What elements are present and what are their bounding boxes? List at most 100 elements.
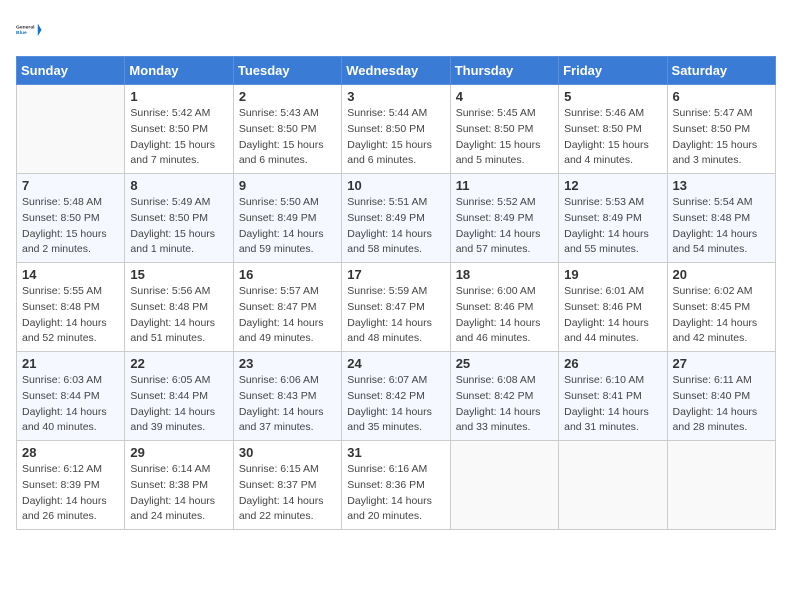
weekday-header-monday: Monday (125, 57, 233, 85)
day-number: 23 (239, 356, 336, 371)
day-info: Sunrise: 5:59 AMSunset: 8:47 PMDaylight:… (347, 284, 444, 347)
calendar-cell: 22 Sunrise: 6:05 AMSunset: 8:44 PMDayligh… (125, 352, 233, 441)
day-number: 24 (347, 356, 444, 371)
day-info: Sunrise: 6:10 AMSunset: 8:41 PMDaylight:… (564, 373, 661, 436)
weekday-header-row: SundayMondayTuesdayWednesdayThursdayFrid… (17, 57, 776, 85)
week-row-3: 14 Sunrise: 5:55 AMSunset: 8:48 PMDayligh… (17, 263, 776, 352)
calendar-cell: 5 Sunrise: 5:46 AMSunset: 8:50 PMDaylight… (559, 85, 667, 174)
day-info: Sunrise: 6:16 AMSunset: 8:36 PMDaylight:… (347, 462, 444, 525)
calendar-cell: 14 Sunrise: 5:55 AMSunset: 8:48 PMDayligh… (17, 263, 125, 352)
calendar-cell: 29 Sunrise: 6:14 AMSunset: 8:38 PMDayligh… (125, 441, 233, 530)
calendar-cell: 8 Sunrise: 5:49 AMSunset: 8:50 PMDaylight… (125, 174, 233, 263)
calendar-cell (667, 441, 775, 530)
calendar-cell: 18 Sunrise: 6:00 AMSunset: 8:46 PMDayligh… (450, 263, 558, 352)
weekday-header-tuesday: Tuesday (233, 57, 341, 85)
day-info: Sunrise: 6:07 AMSunset: 8:42 PMDaylight:… (347, 373, 444, 436)
day-number: 12 (564, 178, 661, 193)
day-info: Sunrise: 6:02 AMSunset: 8:45 PMDaylight:… (673, 284, 770, 347)
day-number: 31 (347, 445, 444, 460)
day-info: Sunrise: 6:01 AMSunset: 8:46 PMDaylight:… (564, 284, 661, 347)
week-row-2: 7 Sunrise: 5:48 AMSunset: 8:50 PMDaylight… (17, 174, 776, 263)
day-info: Sunrise: 5:46 AMSunset: 8:50 PMDaylight:… (564, 106, 661, 169)
calendar-cell: 11 Sunrise: 5:52 AMSunset: 8:49 PMDayligh… (450, 174, 558, 263)
day-number: 6 (673, 89, 770, 104)
day-number: 29 (130, 445, 227, 460)
day-info: Sunrise: 5:57 AMSunset: 8:47 PMDaylight:… (239, 284, 336, 347)
day-info: Sunrise: 5:50 AMSunset: 8:49 PMDaylight:… (239, 195, 336, 258)
day-info: Sunrise: 5:45 AMSunset: 8:50 PMDaylight:… (456, 106, 553, 169)
day-number: 11 (456, 178, 553, 193)
calendar-cell: 12 Sunrise: 5:53 AMSunset: 8:49 PMDayligh… (559, 174, 667, 263)
day-info: Sunrise: 6:14 AMSunset: 8:38 PMDaylight:… (130, 462, 227, 525)
calendar-cell: 21 Sunrise: 6:03 AMSunset: 8:44 PMDayligh… (17, 352, 125, 441)
day-number: 1 (130, 89, 227, 104)
day-info: Sunrise: 6:12 AMSunset: 8:39 PMDaylight:… (22, 462, 119, 525)
calendar-cell: 9 Sunrise: 5:50 AMSunset: 8:49 PMDaylight… (233, 174, 341, 263)
calendar-cell: 10Sunrise: 5:51 AMSunset: 8:49 PMDayligh… (342, 174, 450, 263)
calendar-cell: 30 Sunrise: 6:15 AMSunset: 8:37 PMDayligh… (233, 441, 341, 530)
day-info: Sunrise: 6:06 AMSunset: 8:43 PMDaylight:… (239, 373, 336, 436)
day-info: Sunrise: 5:55 AMSunset: 8:48 PMDaylight:… (22, 284, 119, 347)
calendar-cell: 31 Sunrise: 6:16 AMSunset: 8:36 PMDayligh… (342, 441, 450, 530)
week-row-4: 21 Sunrise: 6:03 AMSunset: 8:44 PMDayligh… (17, 352, 776, 441)
day-number: 3 (347, 89, 444, 104)
day-info: Sunrise: 5:47 AMSunset: 8:50 PMDaylight:… (673, 106, 770, 169)
day-info: Sunrise: 6:00 AMSunset: 8:46 PMDaylight:… (456, 284, 553, 347)
weekday-header-friday: Friday (559, 57, 667, 85)
svg-text:Blue: Blue (16, 30, 27, 36)
calendar-cell: 25Sunrise: 6:08 AMSunset: 8:42 PMDayligh… (450, 352, 558, 441)
day-info: Sunrise: 5:42 AMSunset: 8:50 PMDaylight:… (130, 106, 227, 169)
day-number: 9 (239, 178, 336, 193)
calendar-cell: 4 Sunrise: 5:45 AMSunset: 8:50 PMDaylight… (450, 85, 558, 174)
day-number: 22 (130, 356, 227, 371)
day-info: Sunrise: 6:11 AMSunset: 8:40 PMDaylight:… (673, 373, 770, 436)
day-info: Sunrise: 6:05 AMSunset: 8:44 PMDaylight:… (130, 373, 227, 436)
day-info: Sunrise: 6:03 AMSunset: 8:44 PMDaylight:… (22, 373, 119, 436)
day-number: 4 (456, 89, 553, 104)
logo-icon: GeneralBlue (16, 16, 44, 44)
day-number: 18 (456, 267, 553, 282)
day-info: Sunrise: 5:48 AMSunset: 8:50 PMDaylight:… (22, 195, 119, 258)
day-info: Sunrise: 5:52 AMSunset: 8:49 PMDaylight:… (456, 195, 553, 258)
day-number: 13 (673, 178, 770, 193)
page-header: GeneralBlue (16, 16, 776, 44)
day-number: 21 (22, 356, 119, 371)
calendar-cell: 16 Sunrise: 5:57 AMSunset: 8:47 PMDayligh… (233, 263, 341, 352)
day-info: Sunrise: 5:54 AMSunset: 8:48 PMDaylight:… (673, 195, 770, 258)
day-info: Sunrise: 5:49 AMSunset: 8:50 PMDaylight:… (130, 195, 227, 258)
day-number: 17 (347, 267, 444, 282)
calendar-cell: 20 Sunrise: 6:02 AMSunset: 8:45 PMDayligh… (667, 263, 775, 352)
calendar-cell: 7 Sunrise: 5:48 AMSunset: 8:50 PMDaylight… (17, 174, 125, 263)
day-info: Sunrise: 5:44 AMSunset: 8:50 PMDaylight:… (347, 106, 444, 169)
calendar-cell (559, 441, 667, 530)
calendar-cell: 6 Sunrise: 5:47 AMSunset: 8:50 PMDaylight… (667, 85, 775, 174)
calendar-cell: 28 Sunrise: 6:12 AMSunset: 8:39 PMDayligh… (17, 441, 125, 530)
day-info: Sunrise: 6:08 AMSunset: 8:42 PMDaylight:… (456, 373, 553, 436)
calendar-cell: 17 Sunrise: 5:59 AMSunset: 8:47 PMDayligh… (342, 263, 450, 352)
day-info: Sunrise: 6:15 AMSunset: 8:37 PMDaylight:… (239, 462, 336, 525)
day-number: 27 (673, 356, 770, 371)
day-number: 30 (239, 445, 336, 460)
day-number: 28 (22, 445, 119, 460)
svg-text:General: General (16, 25, 35, 31)
logo: GeneralBlue (16, 16, 44, 44)
calendar-cell: 1 Sunrise: 5:42 AMSunset: 8:50 PMDaylight… (125, 85, 233, 174)
calendar-cell: 15 Sunrise: 5:56 AMSunset: 8:48 PMDayligh… (125, 263, 233, 352)
calendar-cell: 26Sunrise: 6:10 AMSunset: 8:41 PMDayligh… (559, 352, 667, 441)
day-info: Sunrise: 5:53 AMSunset: 8:49 PMDaylight:… (564, 195, 661, 258)
day-number: 7 (22, 178, 119, 193)
weekday-header-wednesday: Wednesday (342, 57, 450, 85)
calendar-cell: 2Sunrise: 5:43 AMSunset: 8:50 PMDaylight… (233, 85, 341, 174)
day-number: 8 (130, 178, 227, 193)
day-number: 2 (239, 89, 336, 104)
day-number: 16 (239, 267, 336, 282)
day-number: 14 (22, 267, 119, 282)
day-number: 20 (673, 267, 770, 282)
day-number: 15 (130, 267, 227, 282)
day-info: Sunrise: 5:56 AMSunset: 8:48 PMDaylight:… (130, 284, 227, 347)
weekday-header-thursday: Thursday (450, 57, 558, 85)
day-number: 5 (564, 89, 661, 104)
calendar-cell: 27 Sunrise: 6:11 AMSunset: 8:40 PMDayligh… (667, 352, 775, 441)
calendar-cell: 3 Sunrise: 5:44 AMSunset: 8:50 PMDaylight… (342, 85, 450, 174)
week-row-5: 28 Sunrise: 6:12 AMSunset: 8:39 PMDayligh… (17, 441, 776, 530)
